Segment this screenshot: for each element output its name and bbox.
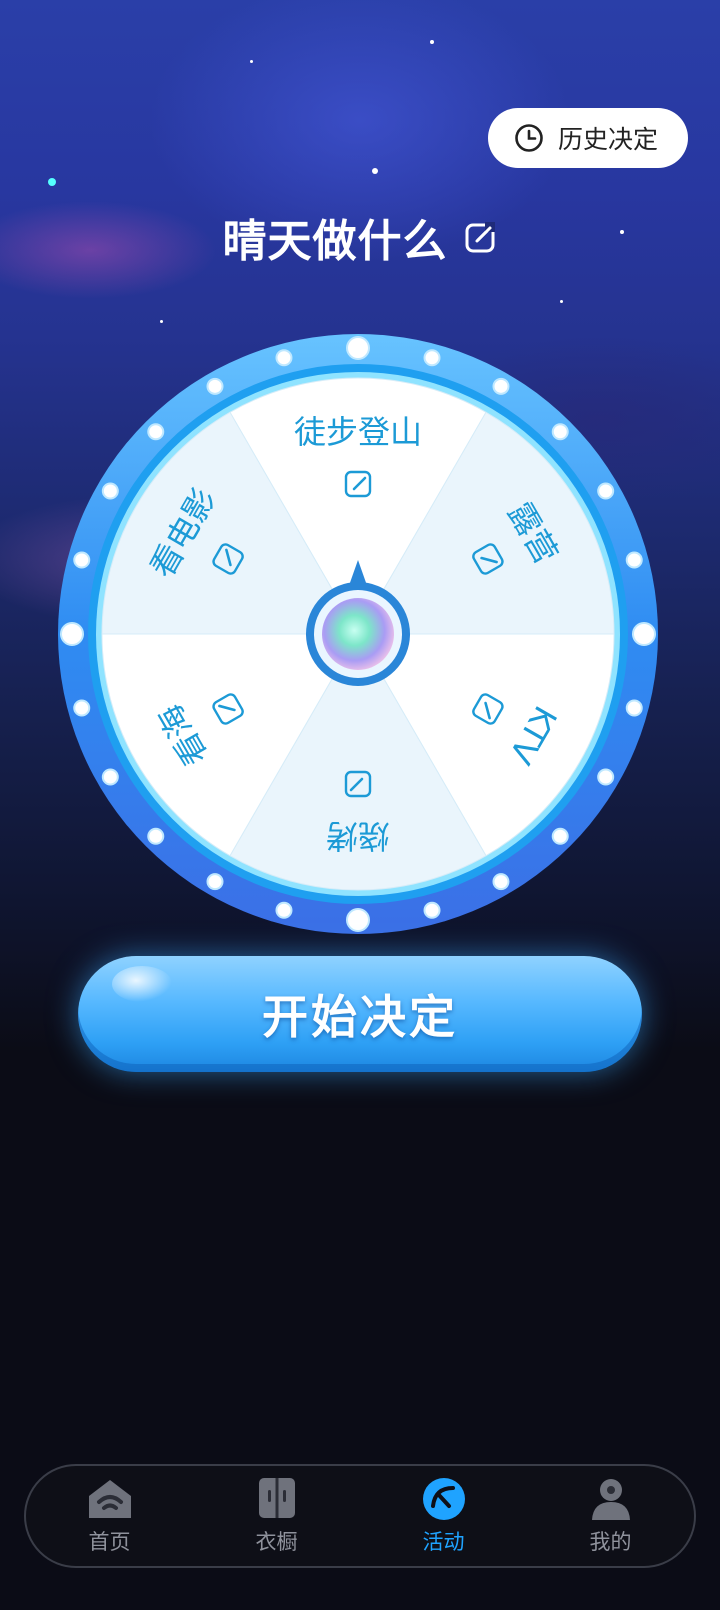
activity-icon <box>422 1478 465 1520</box>
tab-profile[interactable]: 我的 <box>551 1468 671 1564</box>
tab-activity[interactable]: 活动 <box>384 1468 504 1564</box>
rim-light <box>492 873 510 891</box>
rim-light <box>551 827 569 845</box>
rim-light <box>73 699 91 717</box>
rim-light <box>60 622 84 646</box>
rim-light <box>346 908 370 932</box>
home-icon <box>88 1480 131 1518</box>
star <box>372 168 378 174</box>
tab-wardrobe[interactable]: 衣橱 <box>217 1468 337 1564</box>
wheel-segment-label: 烧烤 <box>326 817 390 855</box>
star <box>250 60 253 63</box>
rim-light <box>147 423 165 441</box>
wheel-graphic: 徒步登山露营KTV烧烤看海看电影 <box>58 334 658 934</box>
wheel-segment-label: 徒步登山 <box>294 413 422 451</box>
rim-light <box>73 551 91 569</box>
rim-light <box>346 336 370 360</box>
start-decision-label: 开始决定 <box>262 990 458 1044</box>
rim-light <box>101 768 119 786</box>
rim-light <box>275 901 293 919</box>
rim-light <box>597 768 615 786</box>
rim-light <box>206 377 224 395</box>
tab-label: 活动 <box>422 1530 465 1554</box>
star <box>48 178 56 186</box>
rim-light <box>206 873 224 891</box>
rim-light <box>147 827 165 845</box>
tab-home[interactable]: 首页 <box>50 1468 170 1564</box>
profile-icon <box>591 1479 630 1520</box>
rim-light <box>625 699 643 717</box>
star <box>560 300 563 303</box>
rim-light <box>423 901 441 919</box>
star <box>430 40 434 44</box>
clock-icon <box>515 124 543 152</box>
wardrobe-icon <box>258 1478 295 1518</box>
hub-center[interactable] <box>322 598 394 670</box>
history-label: 历史决定 <box>558 125 659 154</box>
tab-label: 衣橱 <box>255 1530 298 1554</box>
start-decision-button[interactable]: 开始决定 <box>78 956 642 1072</box>
rim-light <box>632 622 656 646</box>
page-title: 晴天做什么 <box>222 216 448 267</box>
page-title-row: 晴天做什么 <box>0 202 720 272</box>
rim-light <box>275 349 293 367</box>
edit-icon[interactable] <box>464 220 498 254</box>
rim-light <box>625 551 643 569</box>
tab-label: 首页 <box>88 1530 131 1554</box>
tab-label: 我的 <box>589 1530 632 1554</box>
decision-wheel[interactable]: 徒步登山 露营 KTV 烧烤 看海 看电影 <box>52 328 664 940</box>
bottom-tab-bar: 首页 衣橱 活动 我的 <box>24 1464 696 1568</box>
rim-light <box>597 482 615 500</box>
history-button[interactable]: 历史决定 <box>488 108 688 168</box>
rim-light <box>551 423 569 441</box>
rim-light <box>492 377 510 395</box>
button-gloss <box>112 966 172 1002</box>
rim-light <box>101 482 119 500</box>
star <box>160 320 163 323</box>
rim-light <box>423 349 441 367</box>
